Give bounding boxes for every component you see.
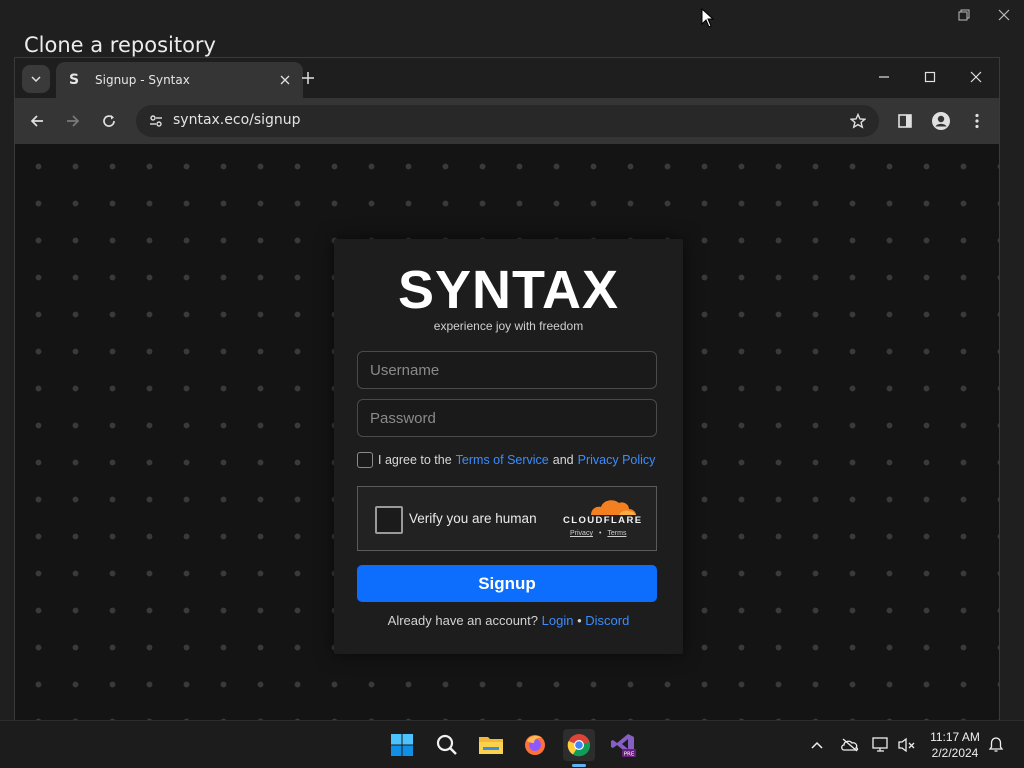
profile-avatar-icon[interactable] [927, 107, 955, 135]
tab-strip: S Signup - Syntax [15, 58, 999, 98]
browser-window: S Signup - Syntax syntax.eco/signup SYNT… [14, 57, 1000, 720]
close-window-icon[interactable] [953, 58, 999, 96]
plus-icon [302, 72, 314, 84]
terms-of-service-link[interactable]: Terms of Service [456, 453, 549, 467]
reload-icon[interactable] [95, 107, 123, 135]
cloudflare-privacy-link[interactable]: Privacy [570, 530, 593, 537]
restore-icon[interactable] [944, 0, 984, 30]
cloudflare-separator: • [598, 530, 602, 537]
more-menu-icon[interactable] [963, 107, 991, 135]
search-icon[interactable] [431, 729, 463, 761]
login-link[interactable]: Login [542, 613, 574, 628]
new-tab-button[interactable] [297, 67, 319, 89]
verify-human-checkbox[interactable] [375, 506, 403, 534]
clock-date: 2/2/2024 [931, 746, 979, 760]
svg-text:PRE: PRE [624, 752, 635, 758]
privacy-policy-link[interactable]: Privacy Policy [578, 453, 656, 467]
start-icon[interactable] [386, 729, 418, 761]
agree-prefix-text: I agree to the [378, 453, 452, 467]
mouse-cursor-icon [701, 7, 715, 32]
site-info-icon[interactable] [144, 109, 168, 133]
bookmark-star-icon[interactable] [847, 110, 869, 132]
cloudflare-cloud-icon [591, 500, 636, 515]
visual-studio-icon[interactable]: PRE [607, 729, 639, 761]
terms-checkbox[interactable] [357, 452, 373, 468]
verify-human-label: Verify you are human [409, 511, 537, 526]
chrome-icon[interactable] [563, 729, 595, 761]
minimize-icon[interactable] [861, 58, 907, 96]
firefox-icon[interactable] [519, 729, 551, 761]
url-text: syntax.eco/signup [173, 112, 301, 128]
chevron-up-icon[interactable] [807, 735, 827, 755]
back-arrow-icon[interactable] [23, 107, 51, 135]
tab-title: Signup - Syntax [95, 73, 190, 87]
tab-signup[interactable]: S Signup - Syntax [56, 62, 303, 98]
browser-window-controls [861, 58, 999, 96]
already-text: Already have an account? [387, 613, 538, 628]
system-clock[interactable]: 11:17 AM 2/2/2024 [922, 729, 988, 761]
already-have-account: Already have an account? Login • Discord [334, 613, 683, 628]
address-bar[interactable]: syntax.eco/signup [136, 105, 879, 137]
password-input[interactable] [357, 399, 657, 437]
discord-link[interactable]: Discord [585, 613, 629, 628]
syntax-logo: SYNTAX [397, 260, 620, 320]
page-viewport: SYNTAX experience joy with freedom I agr… [15, 144, 999, 720]
side-panel-icon[interactable] [891, 107, 919, 135]
cloudflare-terms-link[interactable]: Terms [607, 530, 626, 537]
active-app-indicator [572, 764, 586, 767]
clock-time: 11:17 AM [930, 730, 980, 744]
signup-card: SYNTAX experience joy with freedom I agr… [334, 239, 683, 654]
favicon-icon: S [68, 72, 80, 88]
agree-and-text: and [552, 453, 574, 467]
background-window-controls [944, 0, 1024, 30]
tagline: experience joy with freedom [433, 319, 584, 333]
onedrive-offline-icon[interactable] [840, 735, 860, 755]
chevron-down-icon [31, 76, 41, 83]
terms-agreement: I agree to the Terms of Service and Priv… [357, 452, 659, 468]
maximize-icon[interactable] [907, 58, 953, 96]
cloudflare-wordmark: CLOUDFLARE [563, 515, 643, 526]
signup-button[interactable]: Signup [357, 565, 657, 602]
file-explorer-icon[interactable] [475, 729, 507, 761]
forward-arrow-icon[interactable] [59, 107, 87, 135]
username-input[interactable] [357, 351, 657, 389]
bullet-separator: • [577, 613, 582, 628]
taskbar: PRE 11:17 AM 2/2/2024 [0, 720, 1024, 768]
volume-muted-icon[interactable] [897, 735, 917, 755]
network-icon[interactable] [871, 735, 891, 755]
cloudflare-links: Privacy • Terms [570, 530, 626, 537]
cloudflare-turnstile-widget: Verify you are human CLOUDFLARE Privacy … [357, 486, 657, 551]
close-icon[interactable] [984, 0, 1024, 30]
browser-toolbar: syntax.eco/signup [15, 98, 999, 144]
close-tab-icon[interactable] [277, 72, 293, 88]
tab-search-button[interactable] [22, 65, 50, 93]
background-app-title: Clone a repository [24, 33, 216, 57]
notification-bell-icon[interactable] [986, 735, 1006, 755]
